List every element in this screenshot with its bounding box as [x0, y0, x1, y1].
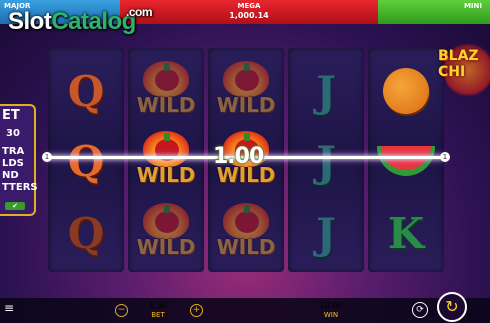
payline-number-left: 1 — [42, 152, 52, 162]
reel-5-symbol-1 — [368, 54, 444, 128]
game-logo: BLAZ CHI — [438, 40, 490, 100]
reel-2-symbol-2: WILD — [128, 124, 204, 198]
wild-symbol: WILD — [131, 201, 201, 265]
reel-1-symbol-1: Q — [48, 54, 124, 128]
win-label: WIN — [323, 311, 339, 319]
win-value: 10.00 — [319, 301, 343, 310]
reel-1: Q Q Q — [48, 48, 124, 272]
symbol-q: Q — [67, 136, 105, 186]
bet-panel-title: ET — [2, 108, 20, 123]
bet-panel-text: TRA — [2, 146, 25, 157]
jackpot-mini: MINI — [378, 0, 490, 24]
bet-panel-text: LDS — [2, 158, 24, 169]
jackpot-mega-label: MEGA — [237, 2, 261, 10]
symbol-j: J — [316, 66, 336, 116]
watermelon-symbol — [377, 146, 435, 176]
menu-icon[interactable]: ≡ — [4, 302, 18, 314]
bet-panel-value: 30 — [6, 128, 20, 139]
bet-panel-text: TTERS — [2, 182, 38, 193]
reel-4: J J J — [288, 48, 364, 272]
game-logo-line1: BLAZ — [438, 48, 479, 64]
reel-5: K — [368, 48, 444, 272]
bet-feature-panel[interactable]: ET 30 TRA LDS ND TTERS ✔ — [0, 104, 38, 216]
reel-2: WILD WILD WILD — [128, 48, 204, 272]
symbol-k: K — [387, 208, 425, 258]
bet-label: BET — [151, 311, 165, 319]
symbol-q: Q — [67, 208, 105, 258]
jackpot-mega-value: 1,000.14 — [229, 11, 269, 20]
orange-symbol — [383, 68, 429, 114]
game-logo-line2: CHI — [438, 64, 466, 80]
reel-2-symbol-3: WILD — [128, 196, 204, 270]
reel-3-symbol-1: WILD — [208, 54, 284, 128]
bet-increase-button[interactable]: + — [190, 304, 203, 317]
wild-symbol: WILD — [211, 201, 281, 265]
reel-4-symbol-3: J — [288, 196, 364, 270]
reel-5-symbol-2 — [368, 124, 444, 198]
bet-decrease-button[interactable]: − — [115, 304, 128, 317]
wild-symbol: WILD — [131, 129, 201, 193]
spin-button[interactable]: ↻ — [437, 292, 467, 322]
autoplay-icon[interactable]: ⟳ — [412, 302, 428, 318]
jackpot-mini-label: MINI — [463, 2, 482, 10]
jackpot-mega: MEGA 1,000.14 — [120, 0, 378, 24]
reel-5-symbol-3: K — [368, 196, 444, 270]
reel-3-symbol-3: WILD — [208, 196, 284, 270]
bet-panel-text: ND — [2, 170, 19, 181]
reel-4-symbol-1: J — [288, 54, 364, 128]
payline-number-right: 1 — [440, 152, 450, 162]
bet-value: 1.30 — [149, 301, 167, 310]
reel-1-symbol-2: Q — [48, 124, 124, 198]
spin-icon: ↻ — [445, 297, 459, 316]
wild-symbol: WILD — [131, 59, 201, 123]
symbol-j: J — [316, 208, 336, 258]
symbol-q: Q — [67, 66, 105, 116]
symbol-j: J — [316, 136, 336, 186]
reel-2-symbol-1: WILD — [128, 54, 204, 128]
win-amount-overlay: 1.00 — [213, 144, 264, 169]
watermark-logo: SlotCatalog .com — [8, 5, 153, 35]
reel-1-symbol-3: Q — [48, 196, 124, 270]
bet-panel-toggle-button[interactable]: ✔ — [5, 202, 25, 210]
wild-symbol: WILD — [211, 59, 281, 123]
reel-4-symbol-2: J — [288, 124, 364, 198]
